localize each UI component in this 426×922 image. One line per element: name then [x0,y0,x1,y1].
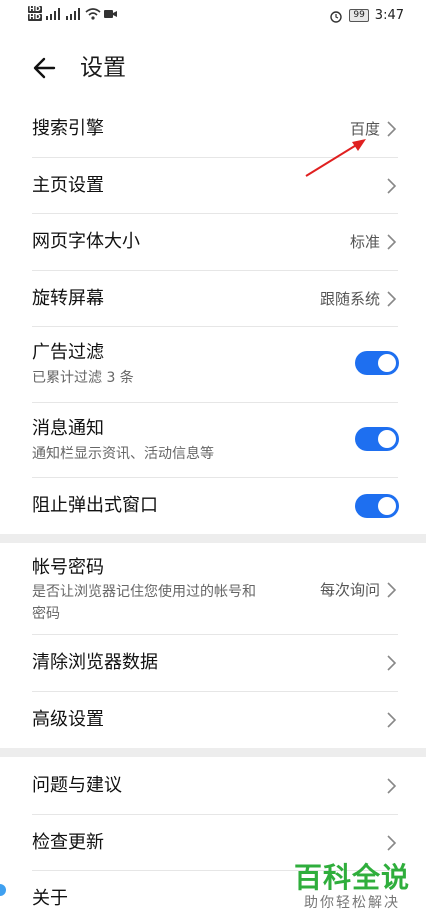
clock: 3:47 [374,8,404,23]
chevron-right-icon [387,835,397,851]
chevron-right-icon [387,655,397,671]
account-password-row[interactable]: 帐号密码 是否让浏览器记住您使用过的帐号和 密码 每次询问 [0,543,426,634]
status-right: 99 3:47 [329,8,404,23]
signal-icon [65,8,80,20]
hd-icon: HD HD [28,6,42,22]
row-label: 消息通知 [32,418,104,439]
chevron-right-icon [387,291,397,307]
feedback-row[interactable]: 问题与建议 [0,757,426,814]
toggle-knob [378,497,396,515]
status-bar: HD HD 99 3:47 [0,0,426,36]
section-separator [0,534,426,543]
row-label: 高级设置 [32,709,104,730]
back-arrow-icon[interactable] [30,52,62,84]
wifi-icon [85,8,101,20]
row-label: 检查更新 [32,832,104,853]
row-sublabel: 通知栏显示资讯、活动信息等 [32,446,214,462]
row-value: 跟随系统 [319,290,380,308]
hd-top-label: HD [28,5,42,13]
toggle-knob [378,430,396,448]
row-label: 清除浏览器数据 [32,652,158,673]
hd-bottom-label: HD [28,13,42,21]
row-sublabel: 已累计过滤 3 条 [32,370,134,386]
battery-indicator: 99 [349,9,369,22]
row-value: 每次询问 [319,581,380,599]
annotation-arrow-icon [305,139,366,177]
row-value: 标准 [349,233,380,251]
row-label: 旋转屏幕 [32,288,104,309]
chevron-right-icon [387,712,397,728]
chevron-right-icon [387,778,397,794]
row-label: 网页字体大小 [32,231,140,252]
row-label: 主页设置 [32,175,104,196]
watermark-title: 百科全说 [293,861,410,894]
watermark-subtitle: 助你轻松解决 [303,895,400,911]
font-size-row[interactable]: 网页字体大小 标准 [0,214,426,270]
page-title: 设置 [80,55,126,81]
row-label: 关于 [32,888,68,909]
row-label: 搜索引擎 [32,118,104,139]
popup-block-row: 阻止弹出式窗口 [0,478,426,534]
ad-filter-toggle[interactable] [355,351,399,375]
popup-block-toggle[interactable] [355,494,399,518]
signal-icon [45,8,60,20]
section-separator [0,748,426,757]
ad-filter-row: 广告过滤 已累计过滤 3 条 [0,327,426,402]
row-sublabel: 是否让浏览器记住您使用过的帐号和 [32,584,256,600]
video-icon [103,10,117,18]
notification-toggle[interactable] [355,427,399,451]
row-label: 帐号密码 [32,557,104,578]
chevron-right-icon [387,234,397,250]
toggle-knob [378,354,396,372]
status-left: HD HD [28,6,118,22]
advanced-settings-row[interactable]: 高级设置 [0,692,426,748]
chevron-right-icon [387,121,397,137]
chevron-right-icon [387,178,397,194]
alarm-icon [330,10,343,23]
header: 设置 [0,40,426,98]
notification-row: 消息通知 通知栏显示资讯、活动信息等 [0,403,426,477]
chevron-right-icon [387,582,397,598]
row-sublabel-line2: 密码 [32,606,60,622]
row-label: 广告过滤 [32,342,104,363]
clear-data-row[interactable]: 清除浏览器数据 [0,635,426,691]
watermark: 百科全说 助你轻松解决 [294,862,410,912]
row-label: 问题与建议 [32,775,122,796]
rotate-screen-row[interactable]: 旋转屏幕 跟随系统 [0,271,426,327]
row-label: 阻止弹出式窗口 [32,495,158,516]
